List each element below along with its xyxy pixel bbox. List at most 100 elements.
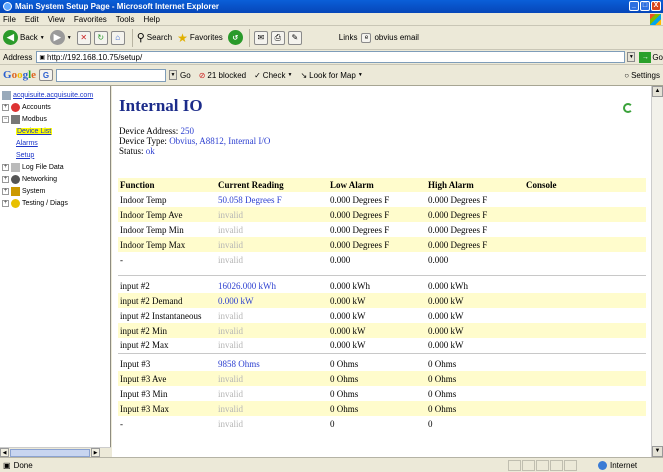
windows-logo-icon xyxy=(650,14,661,25)
table-row: Input #3 9858 Ohms 0 Ohms 0 Ohms xyxy=(118,356,646,371)
print-icon[interactable]: ⎙ xyxy=(270,30,285,45)
table-row: Indoor Temp 50.058 Degrees F 0.000 Degrees… xyxy=(118,192,646,207)
table-header: Function Current Reading Low Alarm High … xyxy=(118,178,646,192)
cell-low-alarm: 0 Ohms xyxy=(330,358,359,369)
cell-console xyxy=(524,416,646,431)
cell-function: Indoor Temp Max xyxy=(118,237,216,252)
status-value: ok xyxy=(145,146,155,156)
cell-high-alarm: 0.000 Degrees F xyxy=(426,207,524,222)
google-settings-button[interactable]: ○ Settings xyxy=(624,71,660,80)
cell-function: - xyxy=(120,418,123,429)
cell-console xyxy=(524,386,646,401)
google-search-input[interactable] xyxy=(56,68,167,82)
navigation-tree: acquisuite.acquisuite.com + Accounts − Mod… xyxy=(0,86,110,212)
refresh-icon[interactable] xyxy=(623,103,633,113)
cell-high-alarm: 0.000 kW xyxy=(428,340,464,351)
cell-console xyxy=(524,371,646,386)
cell-low-alarm: 0.000 kW xyxy=(328,323,426,338)
table-row: - invalid 0.000 0.000 xyxy=(118,252,646,267)
network-icon xyxy=(11,174,20,184)
cell-current-reading[interactable]: 0.000 kW xyxy=(216,293,328,308)
vertical-scrollbar[interactable]: ▲ ▼ xyxy=(651,86,663,457)
cell-function: input #2 Instantaneous xyxy=(120,310,202,321)
system-icon xyxy=(11,186,20,196)
scroll-left-icon[interactable]: ◀ xyxy=(0,448,9,457)
edit-icon[interactable]: ✎ xyxy=(287,30,302,45)
search-icon: ⚲ xyxy=(136,32,145,44)
cell-low-alarm: 0.000 kW xyxy=(328,293,426,308)
forward-button[interactable]: ▶ ▼ xyxy=(49,30,72,45)
sidebar-item-system[interactable]: + System xyxy=(2,185,108,197)
history-icon[interactable]: ↺ xyxy=(227,30,243,45)
address-dropdown[interactable]: ▼ xyxy=(627,52,636,62)
menu-bar: File Edit View Favorites Tools Help xyxy=(0,13,663,26)
sidebar-item-device-list[interactable]: Device List xyxy=(2,125,108,137)
cell-current-reading: invalid xyxy=(216,323,328,338)
expand-icon: + xyxy=(2,187,9,195)
google-search-dropdown[interactable]: ▼ xyxy=(169,70,178,80)
sidebar-item-networking[interactable]: + Networking xyxy=(2,173,108,185)
window-title: Main System Setup Page - Microsoft Inter… xyxy=(15,2,220,11)
minimize-button[interactable]: _ xyxy=(629,1,639,11)
close-button[interactable]: X xyxy=(651,1,661,11)
menu-edit[interactable]: Edit xyxy=(25,15,39,24)
expand-icon: + xyxy=(2,163,9,171)
home-icon[interactable]: ⌂ xyxy=(110,30,125,45)
menu-file[interactable]: File xyxy=(3,15,16,24)
cell-high-alarm: 0 Ohms xyxy=(428,388,457,399)
cell-low-alarm: 0 Ohms xyxy=(328,371,426,386)
menu-view[interactable]: View xyxy=(48,15,65,24)
mail-icon[interactable]: ✉ xyxy=(253,30,268,45)
stop-icon[interactable]: ✕ xyxy=(76,30,91,45)
page-title: Internal IO xyxy=(119,96,203,115)
obvius-email-link[interactable]: obvius email xyxy=(374,33,418,42)
maximize-button[interactable]: □ xyxy=(640,1,650,11)
look-for-map-button[interactable]: ↘ Look for Map ▼ xyxy=(300,71,362,80)
cell-current-reading[interactable]: 9858 Ohms xyxy=(216,356,328,371)
cell-function: Indoor Temp Min xyxy=(120,224,184,235)
cell-low-alarm: 0.000 Degrees F xyxy=(328,207,426,222)
menu-help[interactable]: Help xyxy=(143,15,159,24)
sidebar-item-alarms[interactable]: Alarms xyxy=(2,137,108,149)
cell-current-reading: invalid xyxy=(216,371,328,386)
device-address-line: Device Address: 250 xyxy=(119,126,194,136)
tree-root[interactable]: acquisuite.acquisuite.com xyxy=(2,89,108,101)
links-bar: Links e obvius email xyxy=(338,32,419,43)
address-input[interactable]: ▣ http://192.168.10.75/setup/ xyxy=(36,51,626,63)
cell-current-reading: invalid xyxy=(216,401,328,416)
popup-blocker-button[interactable]: ⊘ 21 blocked xyxy=(199,71,246,80)
scroll-up-icon[interactable]: ▲ xyxy=(652,86,663,97)
cell-console xyxy=(524,192,646,207)
menu-favorites[interactable]: Favorites xyxy=(74,15,107,24)
cell-current-reading[interactable]: 16026.000 kWh xyxy=(216,278,328,293)
favorites-button[interactable]: ★ Favorites xyxy=(177,31,223,45)
sidebar-item-testing-diags[interactable]: + Testing / Diags xyxy=(2,197,108,209)
back-button[interactable]: ◀ Back ▼ xyxy=(3,30,45,45)
spell-check-button[interactable]: ✓ Check ▼ xyxy=(254,71,292,80)
cell-high-alarm: 0.000 Degrees F xyxy=(428,224,488,235)
cell-high-alarm: 0.000 kWh xyxy=(428,280,468,291)
title-bar: Main System Setup Page - Microsoft Inter… xyxy=(0,0,663,13)
google-go-button[interactable]: Go xyxy=(180,71,191,80)
sidebar-item-log-file-data[interactable]: + Log File Data xyxy=(2,161,108,173)
google-logo: Google xyxy=(3,69,37,81)
search-button[interactable]: ⚲ Search xyxy=(137,31,172,44)
navigation-panel: acquisuite.acquisuite.com + Accounts − Mod… xyxy=(0,86,111,457)
scroll-right-icon[interactable]: ▶ xyxy=(91,448,100,457)
go-button[interactable]: → Go xyxy=(639,51,663,63)
cell-high-alarm: 0.000 kW xyxy=(426,293,524,308)
table-row: Indoor Temp Min invalid 0.000 Degrees F 0.0… xyxy=(118,222,646,237)
menu-tools[interactable]: Tools xyxy=(116,15,135,24)
horizontal-scrollbar[interactable]: ◀ ▶ xyxy=(0,447,111,457)
sidebar-item-setup[interactable]: Setup xyxy=(2,149,108,161)
address-label: Address xyxy=(3,52,33,62)
google-menu-button[interactable]: G xyxy=(39,69,54,81)
cell-low-alarm: 0 xyxy=(330,418,335,429)
scroll-down-icon[interactable]: ▼ xyxy=(652,446,663,457)
sidebar-item-accounts[interactable]: + Accounts xyxy=(2,101,108,113)
scroll-thumb[interactable] xyxy=(10,448,90,457)
cell-current-reading[interactable]: 50.058 Degrees F xyxy=(216,192,328,207)
sidebar-item-modbus[interactable]: − Modbus xyxy=(2,113,108,125)
refresh-icon[interactable]: ↻ xyxy=(93,30,108,45)
table-row: Input #3 Max invalid 0 Ohms 0 Ohms xyxy=(118,401,646,416)
